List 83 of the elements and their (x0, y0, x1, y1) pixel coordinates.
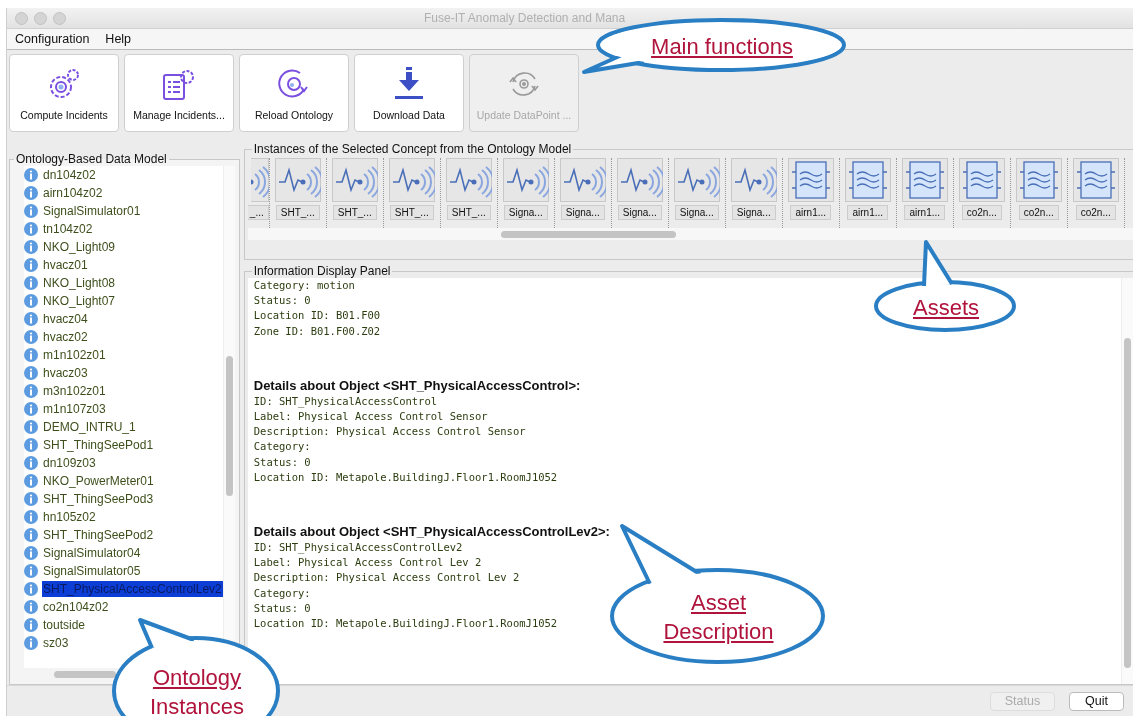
detail-line: Label: Physical Access Control Lev 2 (253, 555, 482, 571)
minimize-button[interactable] (34, 11, 47, 25)
asset-tile[interactable]: SHT_... (332, 205, 377, 220)
tree-item[interactable]: hvacz01 (42, 257, 89, 273)
detail-line: Zone ID: B01.F00.Z02 (253, 323, 381, 339)
detail-line: Status: 0 (253, 454, 311, 470)
tree-item[interactable]: sz03 (42, 635, 70, 651)
callout-text: Description (663, 618, 774, 646)
tree-item[interactable]: dn104z02 (42, 167, 97, 183)
asset-tile[interactable]: co2n... (1075, 205, 1116, 220)
callout-text: Main functions (651, 32, 793, 61)
tree-item[interactable]: NKO_Light09 (42, 239, 117, 255)
scrollbar-thumb[interactable] (225, 356, 233, 496)
callout-text: Assets (913, 293, 979, 322)
section-heading: Details about Object <SHT_PhysicalAccessControl>: (253, 376, 582, 394)
tree-item[interactable]: SignalSimulator05 (42, 563, 142, 579)
toolbar-button[interactable]: Compute Incidents (9, 54, 119, 132)
close-button[interactable] (15, 11, 28, 25)
section-heading: Details about Object <SHT_PhysicalAccessControlLev2>: (253, 523, 611, 541)
asset-tile[interactable]: airn1... (847, 205, 889, 220)
tree-item[interactable]: SignalSimulator04 (42, 545, 142, 561)
asset-tile[interactable]: SHT_... (275, 205, 320, 220)
detail-line: Description: Physical Access Control Lev 2 (253, 570, 520, 586)
callout-text: Ontology (152, 664, 241, 692)
tree-item[interactable]: hn105z02 (42, 509, 97, 525)
detail-line: Category: motion (253, 278, 355, 293)
tree-item[interactable]: NKO_Light08 (42, 275, 117, 291)
window-title: Fuse-IT Anomaly Detection and Mana (424, 11, 626, 25)
asset-tile[interactable]: co2n... (961, 205, 1002, 220)
detail-line: Category: (253, 585, 311, 601)
panel-title: Information Display Panel (252, 264, 392, 278)
tree-item[interactable]: hvacz04 (42, 311, 89, 327)
tree-item[interactable]: airn104z02 (42, 185, 104, 201)
asset-tile[interactable]: airn1... (790, 205, 832, 220)
asset-tile[interactable]: Signa... (731, 205, 776, 220)
detail-line: Location ID: B01.F00 (253, 308, 381, 324)
toolbar-button[interactable]: Download Data (354, 54, 464, 132)
asset-tile[interactable]: Signa... (560, 205, 605, 220)
scrollbar-thumb[interactable] (54, 671, 116, 678)
tree-item[interactable]: SHT_ThingSeePod1 (42, 437, 155, 453)
tree-item[interactable]: dn109z03 (42, 455, 97, 471)
panel-title: Ontology-Based Data Model (15, 152, 168, 166)
detail-line: Category: (253, 439, 311, 455)
asset-tile[interactable]: Signa... (617, 205, 662, 220)
tree-item[interactable]: m1n102z01 (42, 347, 107, 363)
tree-item[interactable]: hvacz02 (42, 329, 89, 345)
detail-line: ID: SHT_PhysicalAccessControlLev2 (253, 540, 463, 556)
tree-item[interactable]: tn104z02 (42, 221, 94, 237)
tree-item[interactable]: DEMO_INTRU_1 (42, 419, 137, 435)
toolbar-button[interactable]: Reload Ontology (239, 54, 349, 132)
detail-line: ID: SHT_PhysicalAccessControl (253, 393, 438, 409)
tree-item[interactable]: SHT_ThingSeePod2 (42, 527, 155, 543)
detail-line: Location ID: Metapole.BuildingJ.Floor1.RoomJ1052 (253, 616, 558, 632)
detail-line: Label: Physical Access Control Sensor (253, 409, 488, 424)
tree-item[interactable]: m1n107z03 (42, 401, 107, 417)
detail-line: Description: Physical Access Control Sensor (253, 424, 526, 440)
tree-item[interactable]: SHT_ThingSeePod3 (42, 491, 155, 507)
detail-line: Location ID: Metapole.BuildingJ.Floor1.RoomJ1052 (253, 469, 558, 485)
panel-title: Instances of the Selected Concept from the Ontology Model (252, 142, 573, 156)
zoom-button[interactable] (53, 11, 66, 25)
tree-item[interactable]: NKO_PowerMeter01 (42, 473, 155, 489)
asset-tile[interactable]: Signa... (503, 205, 548, 220)
tree-item[interactable]: m3n102z01 (42, 383, 107, 399)
tree-item[interactable]: co2n104z02 (42, 599, 110, 615)
menu-item[interactable]: Configuration (15, 32, 90, 46)
callout-text: Instances (149, 693, 245, 716)
tree-item[interactable]: NKO_Light07 (42, 293, 117, 309)
asset-tile[interactable]: SHT_... (389, 205, 434, 220)
tree-item[interactable]: hvacz03 (42, 365, 89, 381)
asset-tile[interactable]: Signa... (674, 205, 719, 220)
toolbar-button[interactable]: Manage Incidents... (124, 54, 234, 132)
asset-tile[interactable]: airn1... (904, 205, 946, 220)
detail-line: Status: 0 (253, 293, 311, 309)
asset-tile[interactable]: SHT_... (446, 205, 491, 220)
tree-item[interactable]: SignalSimulator01 (42, 203, 142, 219)
dialog-button[interactable]: Quit (1069, 691, 1124, 711)
asset-tile[interactable]: co2n... (1018, 205, 1059, 220)
asset-tile[interactable]: _... (247, 205, 269, 220)
vertical-scrollbar[interactable] (1121, 278, 1133, 684)
tree-item[interactable]: toutside (42, 617, 87, 633)
detail-line: Status: 0 (253, 600, 311, 616)
menu-item[interactable]: Help (105, 32, 132, 46)
callout-text: Asset (690, 589, 746, 617)
